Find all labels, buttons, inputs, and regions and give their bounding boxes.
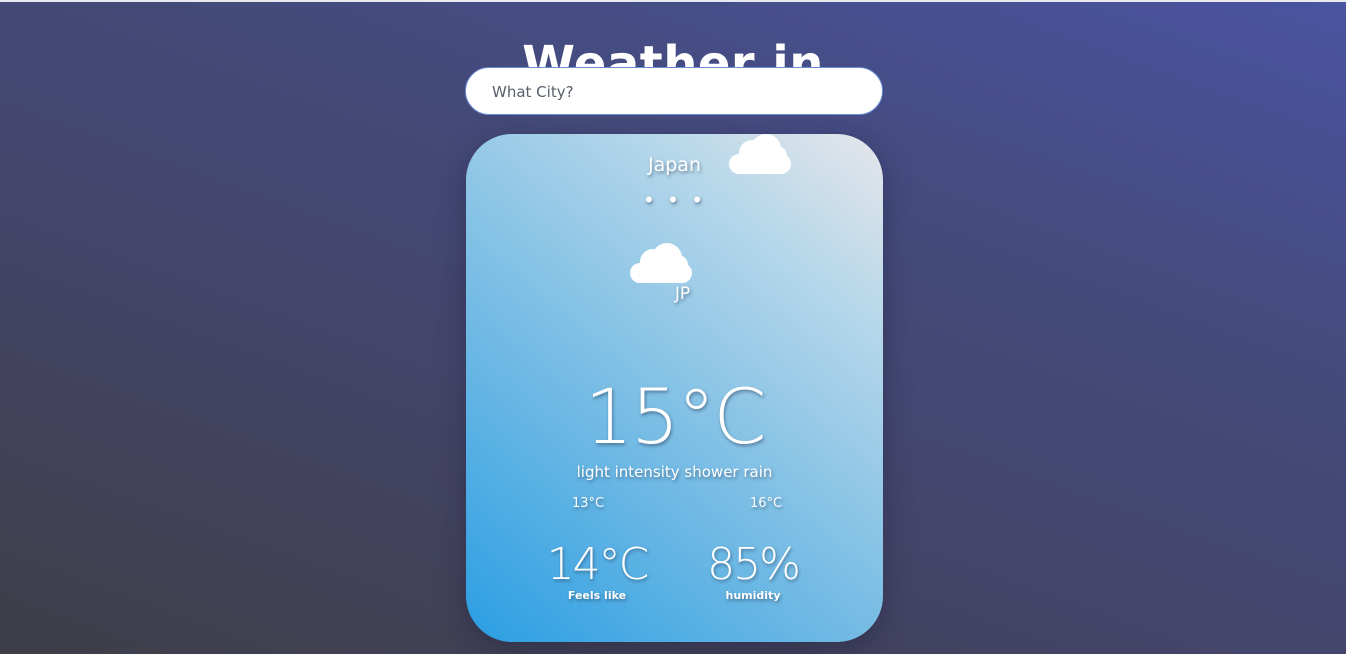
weather-description: light intensity shower rain	[576, 463, 773, 481]
cloud-icon	[630, 243, 692, 283]
top-border	[0, 0, 1346, 2]
search-box[interactable]	[465, 67, 883, 116]
humidity-label: humidity	[725, 589, 781, 602]
min-temperature: 13°C	[571, 496, 605, 511]
max-temperature: 16°C	[749, 496, 783, 511]
humidity-value: 85%	[707, 539, 801, 590]
current-temperature: 15°C	[584, 372, 767, 461]
weather-card: Japan • • • JP 15°C light intensity show…	[466, 134, 883, 642]
city-search-input[interactable]	[490, 68, 864, 116]
feels-like-value: 14°C	[546, 539, 650, 590]
loading-dots: • • •	[642, 188, 707, 212]
country-code: JP	[674, 284, 691, 304]
feels-like-label: Feels like	[567, 589, 627, 602]
country-name: Japan	[648, 154, 701, 176]
